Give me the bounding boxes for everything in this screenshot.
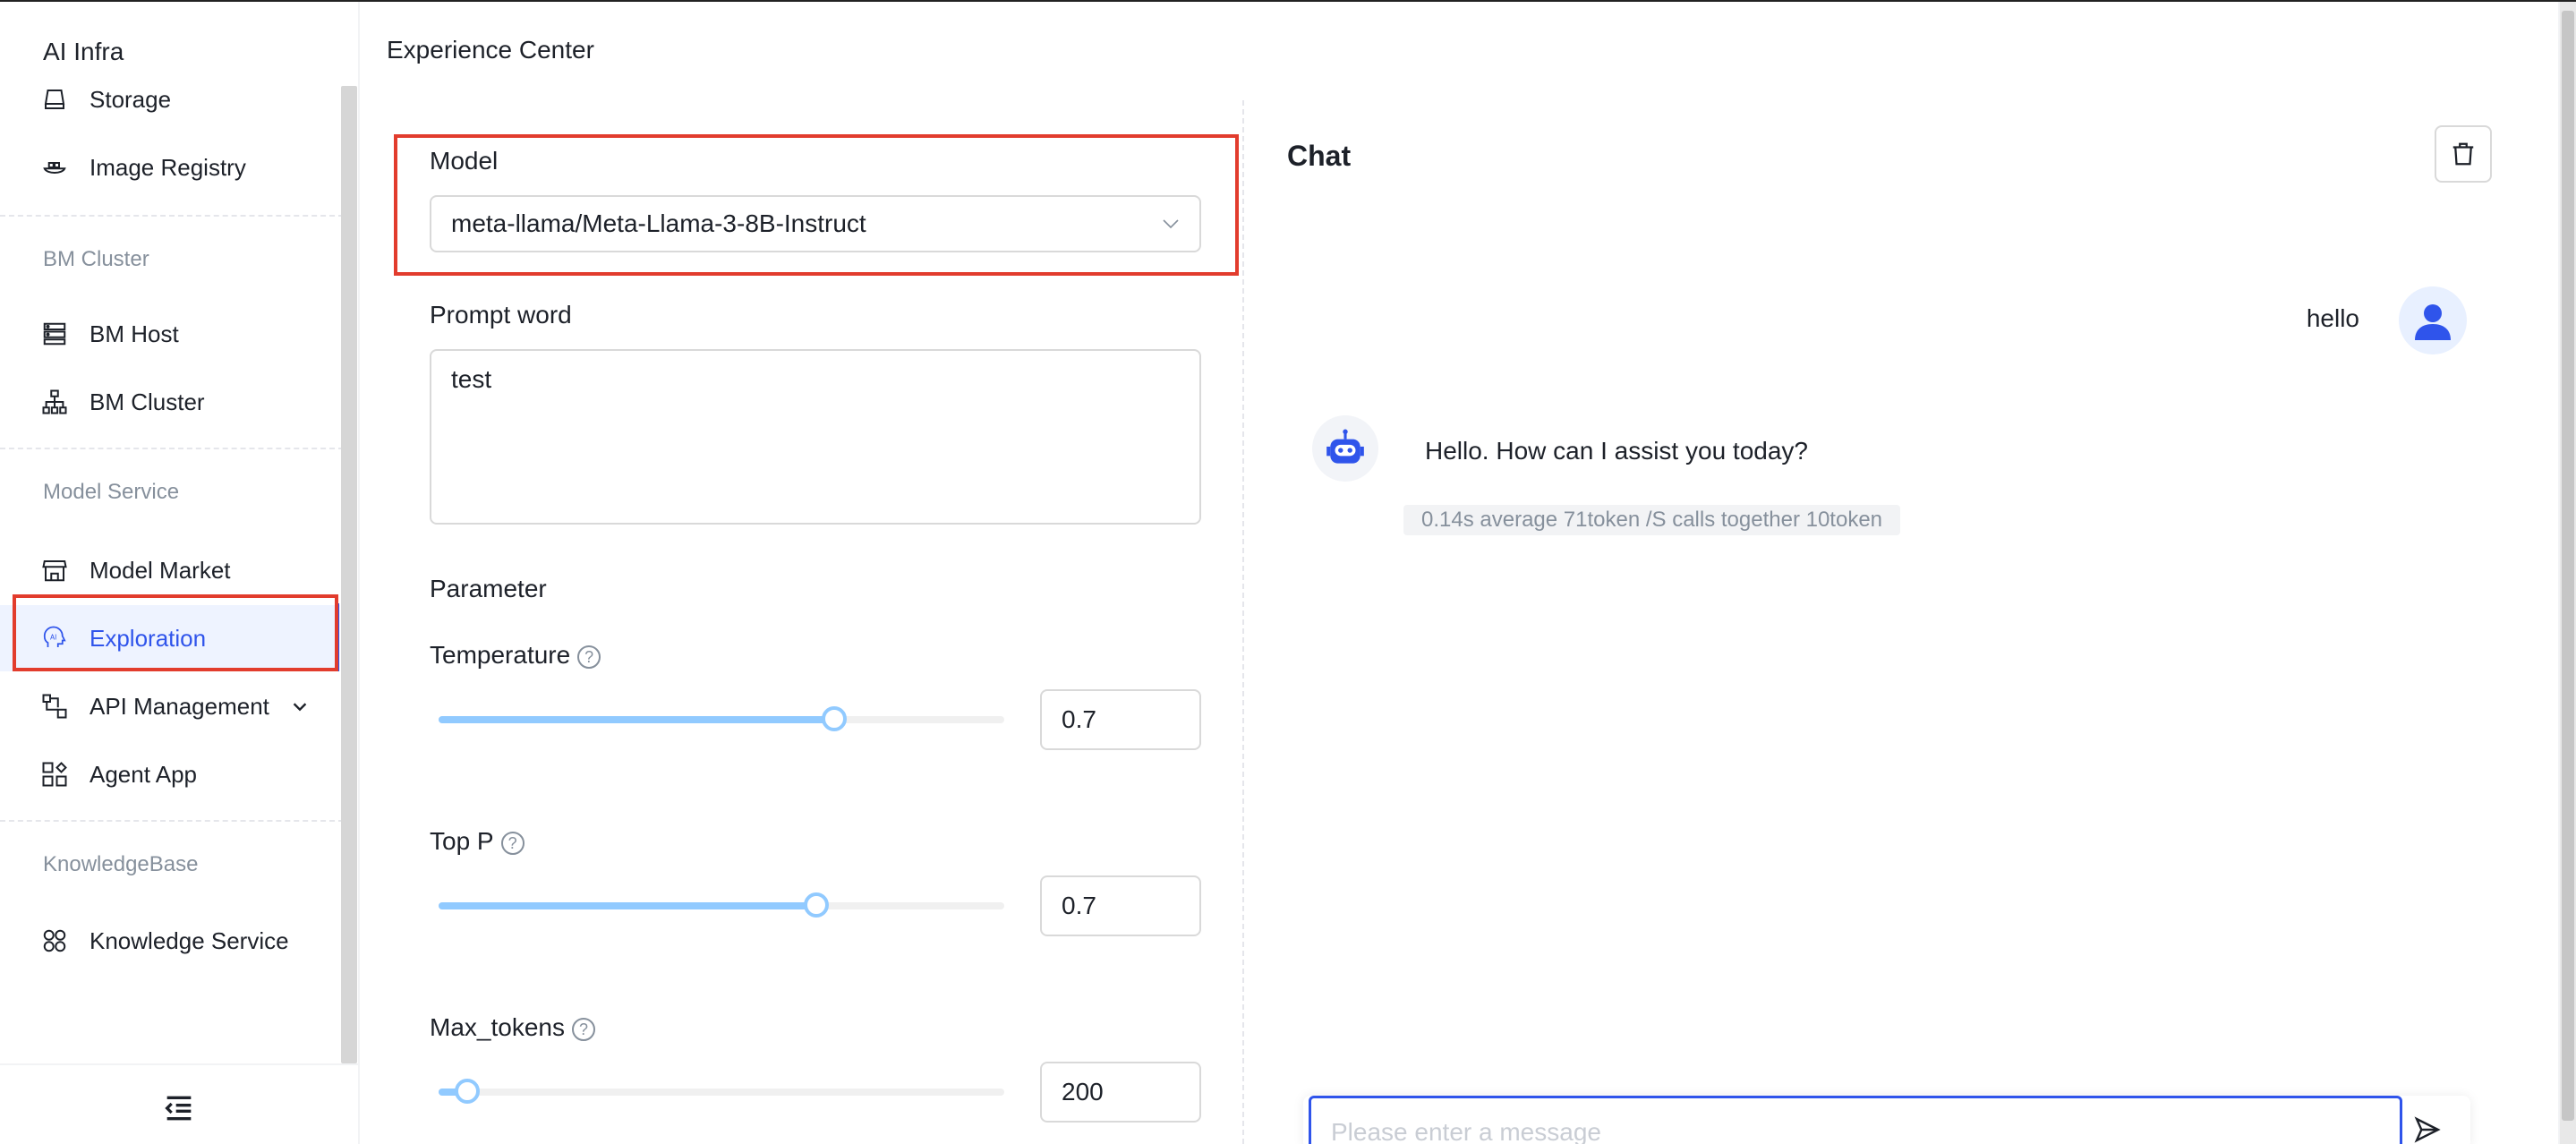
response-stats: 0.14s average 71token /S calls together …: [1403, 505, 1901, 535]
app-title: AI Infra: [43, 38, 124, 65]
chat-title: Chat: [1287, 140, 1352, 172]
message-input[interactable]: [1309, 1096, 2402, 1144]
divider: [0, 215, 344, 217]
slider-fill: [439, 902, 816, 909]
sidebar-item-model-market[interactable]: Model Market: [0, 537, 340, 603]
panel-divider: [1242, 100, 1244, 1144]
sidebar-scrollbar[interactable]: [341, 86, 357, 1063]
temperature-input[interactable]: 0.7: [1040, 689, 1201, 750]
slider-handle[interactable]: [454, 1079, 480, 1104]
sidebar-item-image-registry[interactable]: Image Registry: [0, 134, 340, 201]
sidebar-item-label: Agent App: [90, 760, 197, 788]
divider: [0, 1063, 358, 1065]
sidebar-item-label: Knowledge Service: [90, 926, 289, 954]
bot-message: Hello. How can I assist you today?: [1425, 437, 1808, 465]
max-tokens-input[interactable]: 200: [1040, 1062, 1201, 1123]
divider: [0, 448, 344, 449]
max-tokens-label-text: Max_tokens: [430, 1013, 565, 1041]
image-registry-icon: [43, 162, 66, 174]
user-icon: [2415, 304, 2451, 340]
parameter-title: Parameter: [430, 575, 547, 602]
sidebar-item-label: BM Cluster: [90, 388, 205, 415]
page-title: Experience Center: [387, 36, 594, 64]
slider-handle[interactable]: [803, 892, 829, 918]
send-icon[interactable]: [2410, 1115, 2445, 1144]
sidebar: AI Infra Storage Image Registry BM Clust…: [0, 2, 358, 1144]
app-root: AI Infra Storage Image Registry BM Clust…: [0, 0, 2576, 1144]
help-icon[interactable]: ?: [577, 645, 601, 669]
clear-chat-button[interactable]: [2435, 125, 2492, 183]
prompt-label: Prompt word: [430, 301, 572, 329]
avatar: [2399, 286, 2467, 354]
sidebar-item-storage[interactable]: Storage: [0, 66, 340, 132]
storage-icon: [44, 90, 65, 109]
sidebar-item-label: Storage: [90, 85, 172, 113]
temperature-label-text: Temperature: [430, 641, 571, 669]
collapse-sidebar-icon[interactable]: [161, 1090, 197, 1126]
sidebar-item-api-management[interactable]: API Management: [0, 673, 340, 739]
bot-avatar: [1312, 415, 1378, 482]
sidebar-item-label: BM Host: [90, 320, 179, 347]
chevron-down-icon[interactable]: [290, 696, 310, 716]
help-icon[interactable]: ?: [500, 831, 525, 855]
sidebar-item-label: Model Market: [90, 556, 231, 584]
sidebar-item-agent-app[interactable]: Agent App: [0, 741, 340, 807]
sidebar-item-bm-host[interactable]: BM Host: [0, 301, 340, 367]
top-p-slider[interactable]: [439, 892, 1004, 918]
slider-handle[interactable]: [822, 706, 848, 731]
divider: [0, 820, 344, 822]
scrollbar-thumb[interactable]: [2562, 11, 2574, 1121]
max-tokens-slider[interactable]: [439, 1079, 1004, 1104]
store-icon: [42, 560, 67, 582]
group-title-kb: KnowledgeBase: [43, 852, 199, 876]
page-scrollbar[interactable]: [2560, 2, 2576, 1144]
sidebar-item-label: Image Registry: [90, 153, 246, 181]
prompt-textarea[interactable]: test: [430, 349, 1201, 525]
user-message: hello: [2306, 304, 2359, 332]
highlight-box: [394, 134, 1239, 276]
top-p-input[interactable]: 0.7: [1040, 875, 1201, 936]
robot-icon: [1326, 429, 1364, 464]
temperature-slider[interactable]: [439, 706, 1004, 731]
top-p-label-text: Top P: [430, 827, 494, 855]
apps-icon: [42, 762, 67, 787]
help-icon[interactable]: ?: [571, 1017, 595, 1041]
cluster-icon: [42, 389, 67, 414]
api-icon: [42, 694, 67, 719]
highlight-box: [13, 594, 338, 671]
sidebar-item-knowledge-service[interactable]: Knowledge Service: [0, 908, 340, 974]
slider-fill: [439, 716, 835, 723]
server-icon: [43, 322, 66, 346]
temperature-label: Temperature?: [430, 641, 601, 670]
knowledge-icon: [43, 929, 66, 952]
group-title-model: Model Service: [43, 480, 180, 504]
sidebar-item-label: API Management: [90, 692, 269, 720]
group-title-bm: BM Cluster: [43, 247, 149, 271]
sidebar-item-bm-cluster[interactable]: BM Cluster: [0, 369, 340, 435]
max-tokens-label: Max_tokens?: [430, 1013, 595, 1042]
top-p-label: Top P?: [430, 827, 525, 856]
trash-icon: [2452, 142, 2474, 166]
